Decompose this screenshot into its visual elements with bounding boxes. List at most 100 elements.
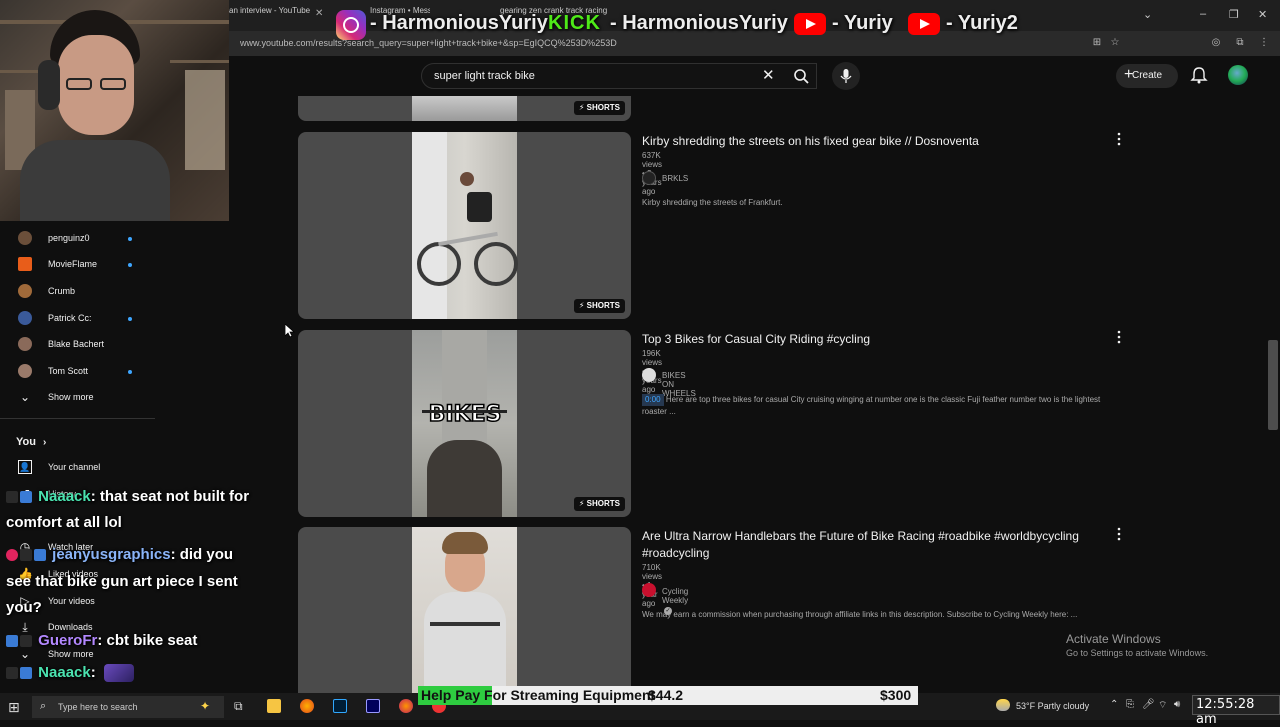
sidebar-subscription-tomscott[interactable]: Tom Scott [16, 359, 216, 385]
subscription-label: Tom Scott [48, 366, 89, 376]
channel-name[interactable]: BRKLS [662, 174, 688, 183]
close-window-icon[interactable]: ✕ [1258, 8, 1267, 21]
premiere-icon[interactable] [366, 699, 380, 713]
volume-icon[interactable]: 🔊︎ [1174, 699, 1180, 710]
chevron-right-icon: › [43, 437, 47, 448]
file-explorer-icon[interactable] [267, 699, 281, 713]
microphone-icon[interactable]: 🎤︎ [1142, 699, 1155, 710]
clear-search-icon[interactable]: ✕ [762, 66, 775, 84]
shorts-badge: ⚡ SHORTS [573, 101, 625, 115]
minimize-icon[interactable]: – [1200, 8, 1206, 20]
chat-badge-icon [6, 549, 18, 562]
live-indicator [128, 237, 132, 241]
windows-start-icon[interactable]: ⊞ [8, 699, 20, 716]
video-description: Kirby shredding the streets of Frankfurt… [642, 198, 783, 207]
sidebar-subscription-blake[interactable]: Blake Bachert [16, 332, 216, 358]
donation-goal-current: $44.2 [648, 687, 684, 703]
firefox-icon[interactable] [300, 699, 314, 713]
sidebar-item-your-videos[interactable]: ▷ Your videos [16, 589, 216, 615]
live-indicator [128, 317, 132, 321]
video-thumbnail[interactable]: BIKES ⚡ SHORTS [298, 330, 631, 517]
notifications-button[interactable] [1190, 66, 1208, 84]
video-description: We may earn a commission when purchasing… [642, 610, 1078, 619]
create-button[interactable]: + Create [1116, 64, 1178, 88]
live-indicator [128, 263, 132, 267]
create-label: Create [1132, 70, 1163, 81]
chat-message-continued: see that bike gun art piece I sent [6, 573, 238, 590]
wifi-icon[interactable]: ⌔ [1158, 699, 1167, 712]
show-more-label: Show more [48, 649, 94, 659]
search-input[interactable]: super light track bike [421, 63, 817, 89]
tab-search-chevron-icon[interactable]: ⌄ [1143, 8, 1152, 21]
chat-message: jeanyusgraphics: did you [6, 546, 233, 563]
chat-message: Naaack: that seat not built for [6, 488, 249, 505]
chat-message-continued: you? [6, 599, 42, 616]
task-view-icon[interactable]: ⧉ [234, 699, 243, 714]
browser-icon[interactable] [399, 699, 413, 713]
sidebar-show-more[interactable]: ⌄ Show more [16, 385, 216, 411]
weather-text[interactable]: 53°F Partly cloudy [1016, 701, 1089, 711]
channel-avatar [18, 257, 32, 271]
stream-clock: 12:55:28 am [1192, 695, 1280, 727]
video-thumbnail[interactable]: ⚡ SHORTS [298, 96, 631, 121]
channel-avatar[interactable] [642, 171, 656, 185]
bookmark-star-icon[interactable]: ☆ [1109, 37, 1121, 49]
browser-tab-youtube[interactable]: an interview - YouTube [229, 6, 314, 26]
url-field[interactable]: www.youtube.com/results?search_query=sup… [240, 38, 617, 48]
subscription-label: penguinz0 [48, 233, 90, 243]
tray-chevron-icon[interactable]: ⌃ [1110, 699, 1118, 710]
chevron-down-icon: ⌄ [19, 647, 31, 661]
mouse-cursor-icon [285, 324, 295, 338]
channel-avatar [18, 284, 32, 298]
chat-badge-icon [20, 635, 32, 648]
extensions-icon[interactable]: ⧉ [1234, 37, 1246, 49]
chat-badge-icon [34, 549, 46, 562]
photoshop-icon[interactable] [333, 699, 347, 713]
taskbar-search-input[interactable]: ⌕ Type here to search ✦ [32, 696, 224, 718]
chat-message-continued: comfort at all lol [6, 514, 122, 531]
video-title[interactable]: Top 3 Bikes for Casual City Riding #cycl… [642, 332, 870, 346]
page-scrollbar[interactable] [1268, 340, 1278, 430]
subscription-label: Crumb [48, 286, 76, 296]
chat-message: GueroFr: cbt bike seat [6, 632, 197, 649]
sidebar-subscription-patrick[interactable]: Patrick Cc: [16, 306, 216, 332]
sidebar-subscription-penguinz0[interactable]: penguinz0 [16, 226, 216, 252]
network-icon[interactable]: ⎘ [1126, 699, 1134, 710]
sidebar-subscription-movieflame[interactable]: MovieFlame [16, 252, 216, 278]
close-tab-icon[interactable]: ✕ [315, 8, 323, 19]
channel-avatar[interactable] [642, 583, 656, 597]
channel-avatar[interactable] [642, 368, 656, 382]
browser-menu-icon[interactable]: ⋮ [1258, 37, 1270, 49]
voice-search-button[interactable] [832, 62, 860, 90]
account-avatar[interactable] [1228, 65, 1248, 85]
timestamp-chip[interactable]: 0:00 [642, 394, 664, 406]
sidebar-you-heading[interactable]: You › [16, 436, 46, 448]
person-box-icon: 👤 [18, 460, 32, 474]
more-options-icon[interactable] [1116, 132, 1122, 146]
activate-windows-subtitle: Go to Settings to activate Windows. [1066, 648, 1209, 658]
more-options-icon[interactable] [1116, 330, 1122, 344]
sidebar-item-your-channel[interactable]: 👤 Your channel [16, 455, 216, 481]
show-more-label: Show more [48, 392, 94, 402]
plus-icon: + [1124, 66, 1134, 83]
search-icon: ⌕ [40, 700, 47, 712]
profile-icon[interactable]: ◎ [1210, 37, 1222, 49]
youtube-handle-1: - Yuriy [832, 12, 893, 34]
video-thumbnail[interactable]: ⚡ SHORTS [298, 132, 631, 319]
video-title-line2[interactable]: #roadcycling [642, 546, 709, 560]
maximize-icon[interactable]: ❐ [1229, 8, 1239, 21]
install-icon[interactable]: ⊞ [1091, 37, 1103, 49]
chat-badge-icon [6, 491, 18, 504]
video-title[interactable]: Kirby shredding the streets on his fixed… [642, 134, 979, 148]
search-button[interactable] [786, 63, 818, 89]
youtube-logo-icon [908, 13, 940, 35]
downloads-label: Downloads [48, 622, 93, 632]
kick-handle: - HarmoniousYuriy [610, 12, 788, 34]
activate-windows-title: Activate Windows [1066, 632, 1161, 646]
video-thumbnail[interactable] [298, 527, 631, 693]
weather-icon[interactable] [996, 699, 1010, 711]
donation-goal-bar: Help Pay For Streaming Equipment $44.2 $… [418, 686, 918, 705]
sidebar-subscription-crumb[interactable]: Crumb [16, 279, 216, 305]
video-title[interactable]: Are Ultra Narrow Handlebars the Future o… [642, 529, 1079, 543]
more-options-icon[interactable] [1116, 527, 1122, 541]
